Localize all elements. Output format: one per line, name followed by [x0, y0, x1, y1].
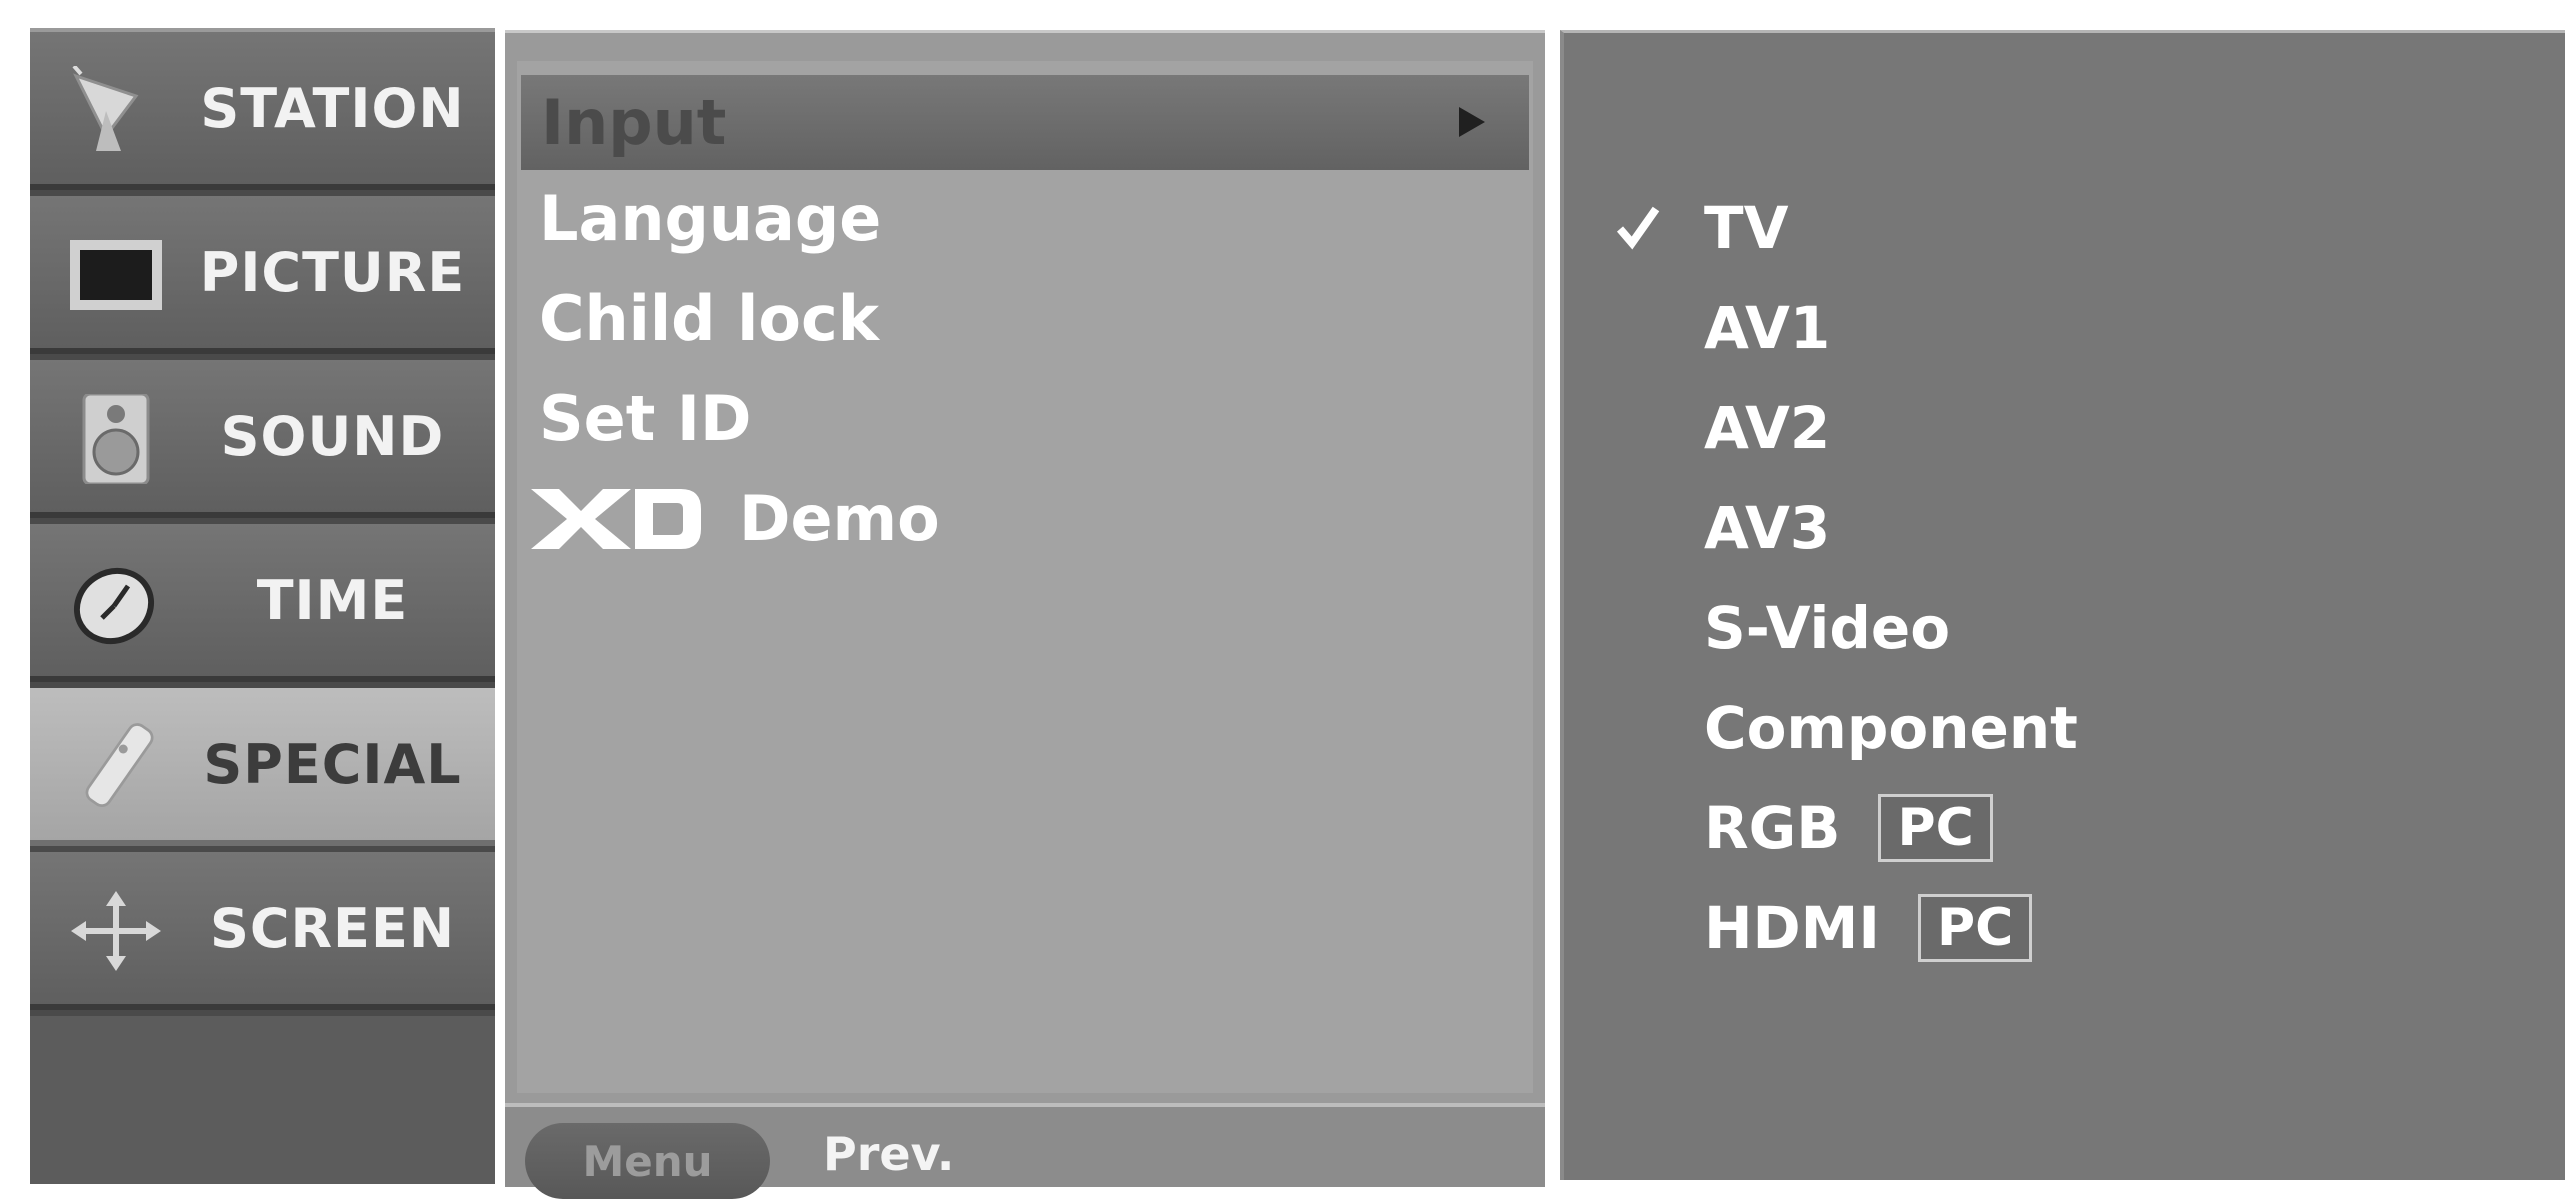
- move-arrows-icon: [71, 891, 161, 971]
- menu-button[interactable]: Menu: [525, 1123, 770, 1199]
- option-rgb-pc[interactable]: RGB PC: [1704, 783, 1993, 873]
- option-label: RGB: [1704, 794, 1841, 862]
- category-label: SPECIAL: [203, 732, 462, 796]
- option-label: HDMI: [1704, 894, 1880, 962]
- menu-item-input[interactable]: Input: [521, 75, 1529, 170]
- menu-list: Input Language Child lock Set ID Demo: [517, 61, 1533, 1093]
- pc-badge: PC: [1917, 894, 2033, 962]
- tv-osd-screen: STATION PICTURE SOUND TIME SPECIAL SCREE…: [0, 0, 2565, 1199]
- xd-logo-icon: [531, 488, 701, 549]
- category-sidebar: STATION PICTURE SOUND TIME SPECIAL SCREE…: [30, 28, 495, 1184]
- option-hdmi-pc[interactable]: HDMI PC: [1704, 883, 2033, 973]
- category-label: STATION: [200, 76, 465, 140]
- menu-item-label: Demo: [739, 482, 940, 555]
- pc-badge: PC: [1878, 794, 1993, 862]
- option-label: AV1: [1704, 294, 1831, 362]
- menu-footer: Menu Prev.: [505, 1103, 1545, 1199]
- satellite-dish-icon: [72, 66, 139, 151]
- category-special[interactable]: SPECIAL: [30, 688, 495, 846]
- menu-item-language[interactable]: Language: [539, 171, 1499, 266]
- category-screen[interactable]: SCREEN: [30, 852, 495, 1010]
- menu-item-set-id[interactable]: Set ID: [539, 371, 1499, 466]
- option-av3[interactable]: AV3: [1704, 483, 1830, 573]
- tv-screen-icon: [70, 240, 162, 310]
- option-av2[interactable]: AV2: [1704, 383, 1830, 473]
- menu-item-xd-demo[interactable]: Demo: [531, 471, 1491, 566]
- checkmark-icon: [1616, 206, 1660, 250]
- category-label: PICTURE: [199, 240, 466, 304]
- category-label: SCREEN: [209, 896, 456, 960]
- category-picture[interactable]: PICTURE: [30, 196, 495, 354]
- category-label: SOUND: [220, 404, 445, 468]
- option-label: TV: [1704, 194, 1789, 262]
- category-station[interactable]: STATION: [30, 32, 495, 190]
- prev-hint-label: Prev.: [823, 1127, 955, 1181]
- clock-icon: [73, 567, 155, 645]
- remote-control-icon: [85, 723, 154, 807]
- submenu-arrow-icon: [1459, 107, 1485, 137]
- option-s-video[interactable]: S-Video: [1704, 583, 1950, 673]
- menu-item-label: Language: [539, 182, 882, 255]
- option-label: AV3: [1704, 494, 1831, 562]
- category-sound[interactable]: SOUND: [30, 360, 495, 518]
- speaker-icon: [82, 394, 150, 484]
- special-menu-panel: Input Language Child lock Set ID Demo Me: [505, 30, 1545, 1199]
- option-av1[interactable]: AV1: [1704, 283, 1830, 373]
- option-tv[interactable]: TV: [1704, 183, 1788, 273]
- option-label: S-Video: [1704, 594, 1951, 662]
- category-time[interactable]: TIME: [30, 524, 495, 682]
- menu-item-label: Child lock: [539, 282, 879, 355]
- category-empty-slot: [30, 1016, 495, 1184]
- menu-item-label: Input: [541, 86, 727, 159]
- option-label: Component: [1704, 694, 2078, 762]
- category-label: TIME: [256, 568, 409, 632]
- option-label: AV2: [1704, 394, 1831, 462]
- menu-item-child-lock[interactable]: Child lock: [539, 271, 1499, 366]
- input-options-panel: TV AV1 AV2 AV3 S-Video Component RGB PC …: [1560, 30, 2565, 1180]
- option-component[interactable]: Component: [1704, 683, 2078, 773]
- menu-item-label: Set ID: [539, 382, 752, 455]
